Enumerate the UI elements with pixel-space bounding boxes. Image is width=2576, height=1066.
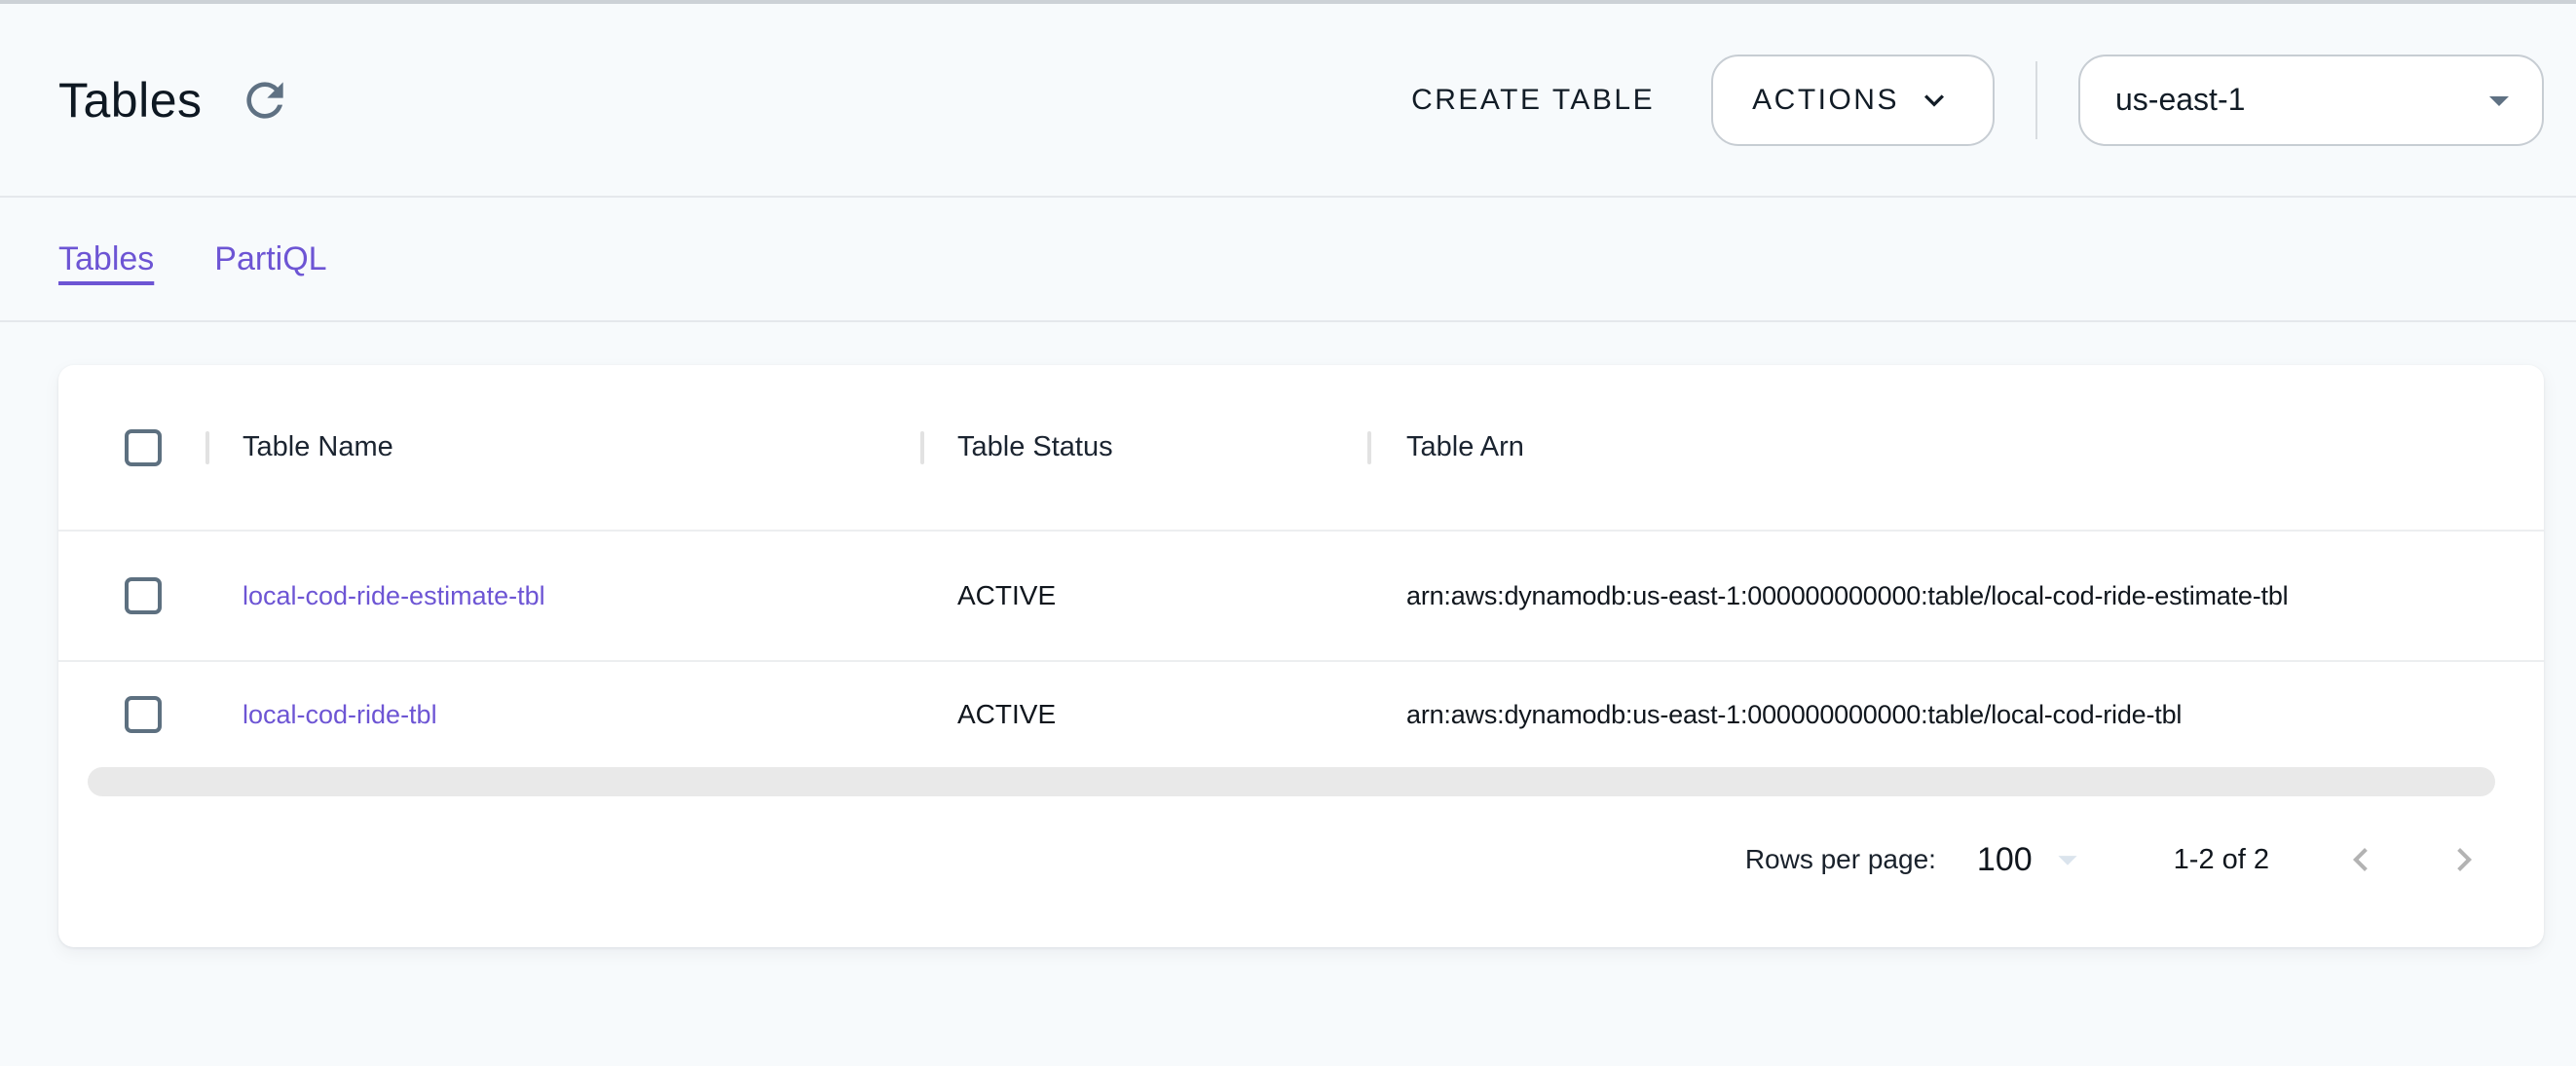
column-separator	[205, 431, 209, 464]
previous-page-button[interactable]	[2337, 836, 2384, 883]
rows-per-page-select[interactable]: 100	[1977, 837, 2090, 882]
actions-button-label: ACTIONS	[1752, 84, 1899, 117]
table-arn-cell: arn:aws:dynamodb:us-east-1:000000000000:…	[1367, 700, 2544, 730]
column-separator	[1367, 431, 1371, 464]
table-header-row: Table Name Table Status Table Arn	[58, 365, 2544, 530]
page-title: Tables	[58, 72, 203, 129]
status-value: ACTIVE	[957, 580, 1056, 610]
arrow-drop-down-icon	[2476, 77, 2522, 124]
horizontal-scrollbar-track	[58, 767, 2544, 796]
column-header-label: Table Name	[243, 431, 393, 462]
rows-per-page-value: 100	[1977, 841, 2033, 879]
pagination-footer: Rows per page: 100 1-2 of 2	[58, 796, 2544, 947]
header-left: Tables	[58, 72, 292, 129]
region-select[interactable]: us-east-1	[2078, 55, 2544, 146]
table-status-cell: ACTIVE	[920, 699, 1367, 730]
arrow-drop-down-icon	[2045, 837, 2090, 882]
header-divider	[2035, 61, 2037, 139]
actions-button[interactable]: ACTIONS	[1711, 55, 1995, 146]
table-name-link[interactable]: local-cod-ride-tbl	[243, 700, 437, 729]
row-checkbox[interactable]	[125, 577, 162, 614]
tab-tables[interactable]: Tables	[58, 240, 154, 278]
horizontal-scrollbar-thumb[interactable]	[88, 767, 2495, 796]
column-header-label: Table Status	[957, 431, 1113, 462]
column-separator	[920, 431, 924, 464]
table-status-cell: ACTIVE	[920, 580, 1367, 611]
arn-value: arn:aws:dynamodb:us-east-1:000000000000:…	[1406, 700, 2182, 729]
tabbar: Tables PartiQL	[0, 198, 2576, 322]
row-checkbox[interactable]	[125, 696, 162, 733]
table-name-cell: local-cod-ride-tbl	[205, 700, 920, 730]
header-checkbox-cell	[58, 429, 205, 466]
header-actions: CREATE TABLE ACTIONS us-east-1	[1411, 55, 2544, 146]
column-header-table-name: Table Name	[205, 431, 920, 463]
pagination-range: 1-2 of 2	[2174, 844, 2269, 876]
tab-partiql[interactable]: PartiQL	[214, 240, 326, 278]
next-page-button[interactable]	[2441, 836, 2487, 883]
status-value: ACTIVE	[957, 699, 1056, 729]
main-content: Table Name Table Status Table Arn local-…	[0, 322, 2576, 947]
tables-card: Table Name Table Status Table Arn local-…	[58, 365, 2544, 947]
create-table-button[interactable]: CREATE TABLE	[1411, 84, 1655, 117]
page-header: Tables CREATE TABLE ACTIONS us-east-1	[0, 4, 2576, 198]
select-all-checkbox[interactable]	[125, 429, 162, 466]
chevron-left-icon	[2337, 836, 2384, 883]
column-header-table-status: Table Status	[920, 431, 1367, 463]
column-header-label: Table Arn	[1406, 431, 1524, 462]
rows-per-page-label: Rows per page:	[1745, 844, 1936, 875]
table-arn-cell: arn:aws:dynamodb:us-east-1:000000000000:…	[1367, 581, 2544, 611]
chevron-down-icon	[1915, 81, 1954, 120]
chevron-right-icon	[2441, 836, 2487, 883]
row-checkbox-cell	[58, 577, 205, 614]
row-checkbox-cell	[58, 696, 205, 733]
refresh-button[interactable]	[238, 73, 292, 128]
table-row: local-cod-ride-estimate-tbl ACTIVE arn:a…	[58, 530, 2544, 660]
table-name-cell: local-cod-ride-estimate-tbl	[205, 581, 920, 611]
region-select-value: us-east-1	[2115, 82, 2245, 118]
refresh-icon	[238, 73, 292, 128]
table-name-link[interactable]: local-cod-ride-estimate-tbl	[243, 581, 545, 610]
table-row: local-cod-ride-tbl ACTIVE arn:aws:dynamo…	[58, 660, 2544, 767]
arn-value: arn:aws:dynamodb:us-east-1:000000000000:…	[1406, 581, 2288, 610]
column-header-table-arn: Table Arn	[1367, 431, 2544, 463]
